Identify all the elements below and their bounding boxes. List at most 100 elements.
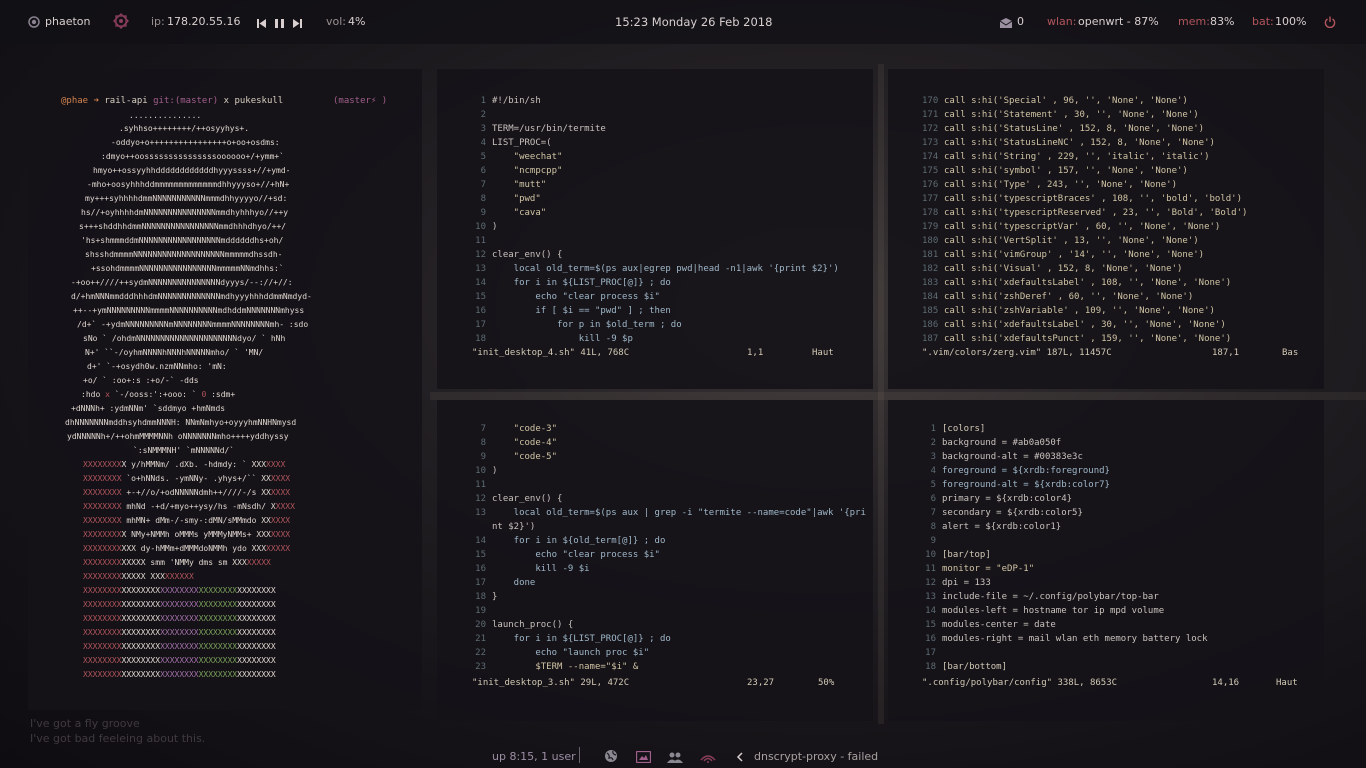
line-text: call s:hi('xdefaultsPunct' , 159, '', 'N… xyxy=(944,334,1232,344)
line-number: 17 xyxy=(475,578,486,588)
hostname: phaeton xyxy=(45,15,91,28)
line-number: 22 xyxy=(475,648,486,658)
battery-value: 100% xyxy=(1275,15,1307,28)
status-filename: "init_desktop_3.sh" 29L, 472C xyxy=(472,678,630,688)
code-line: 17 for p in $old_term ; do xyxy=(472,318,839,332)
wifi-icon[interactable] xyxy=(700,750,716,763)
line-text: "code-4" xyxy=(492,438,558,448)
line-text: $TERM --name="$i" & xyxy=(492,662,639,672)
svg-text:XXXXXXXXX y/hMMNm/ .dXb. -hd: XXXXXXXXX y/hMMNm/ .dXb. -hdmdy: ` XXXXX… xyxy=(83,459,285,469)
line-text: call s:hi('typescriptVar' , 60, '', 'Non… xyxy=(944,222,1221,232)
ip-value: 178.20.55.16 xyxy=(167,15,241,28)
svg-text:XXXXXXXXXXXXXXXXXXXXXXXXXXXXXX: XXXXXXXXXXXXXXXXXXXXXXXXXXXXXXXXXXXXXXXX xyxy=(83,586,276,595)
prev-track-icon[interactable] xyxy=(257,16,267,29)
line-number: 13 xyxy=(475,508,486,518)
circle-dot-icon xyxy=(28,15,40,28)
code-line: 13 include-file = ~/.config/polybar/top-b… xyxy=(922,590,1208,604)
code-line: 11 xyxy=(472,234,839,248)
line-text: call s:hi('xdefaultsLabel' , 30, '', 'No… xyxy=(944,320,1226,330)
status-scroll: Haut xyxy=(812,348,834,358)
screen-icon[interactable] xyxy=(636,750,651,763)
separator xyxy=(579,747,580,763)
editor-buffer[interactable]: 1 [colors] 2 background = #ab0a050f 3 backgro… xyxy=(922,422,1208,674)
terminal-window-init-desktop-3[interactable]: 7 "code-3" 8 "code-4" 9 "code-5" 10) 11 12 cle… xyxy=(437,400,873,721)
status-filename: ".config/polybar/config" 338L, 8653C xyxy=(922,678,1118,688)
svg-text:ydNNNNNh+/++ohmMMMMNNh o: ydNNNNNh+/++ohmMMMMNNh oNNNNNNNmho++++yd… xyxy=(67,432,289,441)
line-text: call s:hi('symbol' , 157, '', 'None', 'N… xyxy=(944,166,1188,176)
line-number: 180 xyxy=(922,236,939,246)
volume-value[interactable]: 4% xyxy=(348,15,365,28)
flower-icon[interactable] xyxy=(113,13,129,29)
line-number: 10 xyxy=(475,222,486,232)
svg-text:XXXXXXXX mhNd -+d/+myo++ysy/hs: XXXXXXXX mhNd -+d/+myo++ysy/hs -mNsdh/ X… xyxy=(83,502,295,511)
line-number: 2 xyxy=(480,110,486,120)
terminal-window-polybar-config[interactable]: 1 [colors] 2 background = #ab0a050f 3 backgro… xyxy=(888,400,1324,721)
code-line: 16 kill -9 $i xyxy=(472,562,866,576)
line-number: 21 xyxy=(475,634,486,644)
status-scroll: Bas xyxy=(1282,348,1299,358)
users-icon[interactable] xyxy=(667,750,683,763)
code-line: 15 echo "clear process $i" xyxy=(472,548,866,562)
line-text: echo "clear process $i" xyxy=(492,550,660,560)
line-text: LIST_PROC=( xyxy=(492,138,552,148)
pause-icon[interactable] xyxy=(275,16,284,29)
status-filename: "init_desktop_4.sh" 41L, 768C xyxy=(472,348,630,358)
svg-text:XXXXXXXX +-+//o/+odNNNNNdmh++/: XXXXXXXX +-+//o/+odNNNNNdmh++////-/s XXX… xyxy=(83,488,290,497)
editor-buffer[interactable]: 7 "code-3" 8 "code-4" 9 "code-5" 10) 11 12 cle… xyxy=(472,422,866,674)
line-number: 7 xyxy=(930,508,936,518)
line-number: 1 xyxy=(930,424,936,434)
globe-icon[interactable] xyxy=(604,749,618,763)
editor-buffer[interactable]: 170 call s:hi('Special' , 96, '', 'None',… xyxy=(922,94,1247,346)
terminal-window-init-desktop-4[interactable]: 1 #!/bin/sh 2 3 TERM=/usr/bin/termite 4 LIST_P… xyxy=(437,69,873,389)
status-cursor-position: 1,1 xyxy=(747,348,764,358)
line-text: primary = ${xrdb:color4} xyxy=(942,494,1073,504)
line-number: 16 xyxy=(475,564,486,574)
svg-text:-+oo++////++sydmNNNNNNNNNNNNNN: -+oo++////++sydmNNNNNNNNNNNNNNNdyyys/--:… xyxy=(71,278,293,287)
svg-text:+dNNNh+ :ydmNNm' `s: +dNNNh+ :ydmNNm' `sddmyo +hmNmds xyxy=(71,403,225,413)
svg-text:'hs+shmmmddmNNNNNNNNNNNNNNNNNm: 'hs+shmmmddmNNNNNNNNNNNNNNNNNmddddddhs+o… xyxy=(81,236,283,245)
line-number: 173 xyxy=(922,138,939,148)
line-number: 172 xyxy=(922,124,939,134)
line-number: 17 xyxy=(475,320,486,330)
status-cursor-position: 23,27 xyxy=(747,678,775,688)
line-number: 185 xyxy=(922,306,939,316)
wlan-label: wlan: xyxy=(1047,15,1077,28)
code-line: 21 for i in ${LIST_PROC[@]} ; do xyxy=(472,632,866,646)
line-number: 17 xyxy=(925,648,936,658)
line-text: kill -9 $p xyxy=(492,334,633,344)
line-text: clear_env() { xyxy=(492,250,563,260)
line-text: "code-5" xyxy=(492,452,558,462)
code-line: 16 if [ $i == "pwd" ] ; then xyxy=(472,304,839,318)
line-text: "pwd" xyxy=(492,194,541,204)
svg-text::dmyo++oosssssssssssssssoooooo: :dmyo++oosssssssssssssssoooooo+/+ymm+` xyxy=(101,151,284,161)
code-line: 11 xyxy=(472,478,866,492)
code-line: 7 "mutt" xyxy=(472,178,839,192)
wlan-value: openwrt - 87% xyxy=(1078,15,1159,28)
code-line: 17 xyxy=(922,646,1208,660)
code-line: 17 done xyxy=(472,576,866,590)
line-number: 4 xyxy=(480,138,486,148)
line-number: 5 xyxy=(930,480,936,490)
code-line: 3 background-alt = #00383e3c xyxy=(922,450,1208,464)
next-track-icon[interactable] xyxy=(293,16,303,29)
power-icon[interactable] xyxy=(1324,15,1336,28)
svg-text:s+++shddhhdmmNNNNNNNNNNNNNNNNm: s+++shddhhdmmNNNNNNNNNNNNNNNNmmdhhhdhyo/… xyxy=(79,222,286,231)
line-number: 10 xyxy=(475,466,486,476)
line-text: } xyxy=(492,592,498,602)
line-text: dpi = 133 xyxy=(942,578,991,588)
code-line: 13 local old_term=$(ps aux|egrep pwd|hea… xyxy=(472,262,839,276)
editor-buffer[interactable]: 1 #!/bin/sh 2 3 TERM=/usr/bin/termite 4 LIST_P… xyxy=(472,94,839,346)
line-number: 3 xyxy=(480,124,486,134)
code-line: 8 alert = ${xrdb:color1} xyxy=(922,520,1208,534)
code-line: 5 foreground-alt = ${xrdb:color7} xyxy=(922,478,1208,492)
mail-icon[interactable] xyxy=(1000,16,1012,29)
line-number: 6 xyxy=(480,166,486,176)
terminal-window-zerg-vim[interactable]: 170 call s:hi('Special' , 96, '', 'None',… xyxy=(888,69,1324,389)
code-line: 184 call s:hi('zshDeref' , 60, '', 'None'… xyxy=(922,290,1247,304)
line-text: echo "clear process $i" xyxy=(492,292,660,302)
line-text: call s:hi('String' , 229, '', 'italic', … xyxy=(944,152,1210,162)
line-text: #!/bin/sh xyxy=(492,96,541,106)
svg-text:/d+` -+ydmNNNNNNNNNmNNNNNNNNmm: /d+` -+ydmNNNNNNNNNmNNNNNNNNmmmmNNNNNNNN… xyxy=(77,319,308,329)
line-number: 12 xyxy=(475,250,486,260)
svg-text:XXXXXXXXXXXXX X: XXXXXXXXXXXXX XXXXXXXXX xyxy=(83,572,194,581)
